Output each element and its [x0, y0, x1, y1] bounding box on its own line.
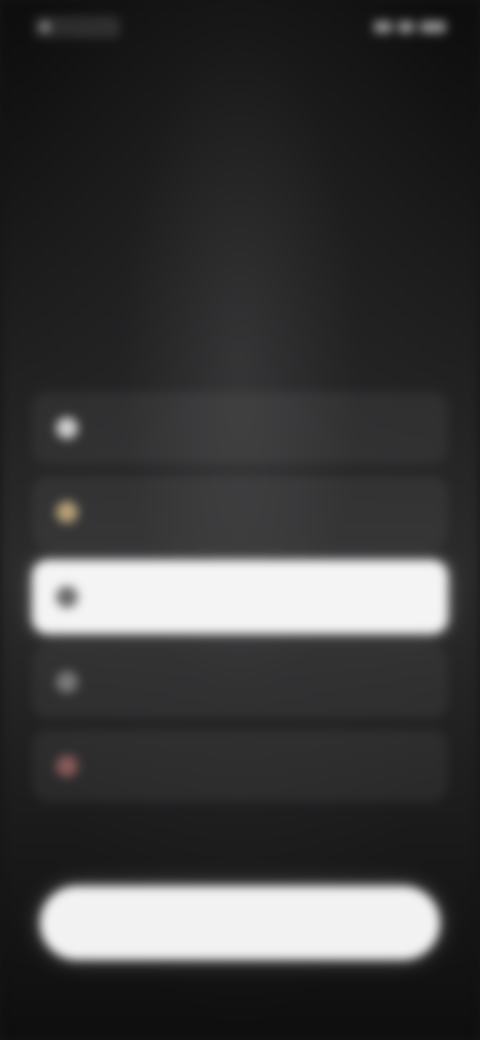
- option-1-icon: [56, 417, 78, 439]
- option-item-1[interactable]: [32, 392, 448, 464]
- status-dot-icon: [40, 22, 50, 32]
- option-item-2[interactable]: [32, 476, 448, 548]
- onboarding-screen: [0, 0, 480, 1040]
- status-time: [34, 16, 120, 38]
- option-item-3-selected[interactable]: [32, 560, 448, 634]
- option-3-icon: [56, 586, 78, 608]
- option-item-4[interactable]: [32, 646, 448, 718]
- wifi-icon: [398, 21, 414, 33]
- status-bar: [0, 0, 480, 56]
- option-5-icon: [56, 755, 78, 777]
- option-4-icon: [56, 671, 78, 693]
- battery-icon: [420, 21, 446, 33]
- status-icons: [354, 17, 446, 37]
- option-item-5[interactable]: [32, 730, 448, 802]
- option-list: [32, 392, 448, 814]
- signal-icon: [374, 21, 392, 33]
- option-2-icon: [56, 501, 78, 523]
- continue-button[interactable]: [40, 886, 440, 960]
